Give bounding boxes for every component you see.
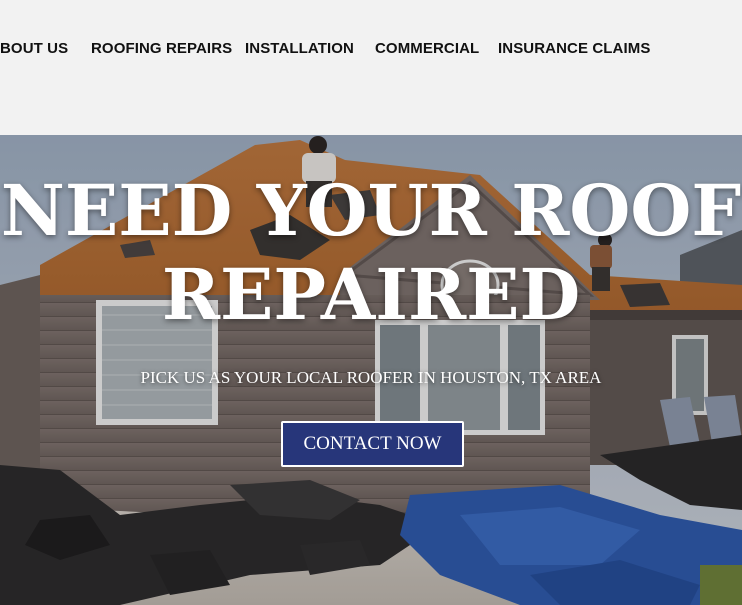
- nav-item-roofing-repairs[interactable]: ROOFING REPAIRS: [91, 40, 232, 57]
- hero-section: NEED YOUR ROOF REPAIRED PICK US AS YOUR …: [0, 135, 742, 605]
- nav-item-commercial[interactable]: COMMERCIAL: [375, 40, 479, 57]
- hero-subtitle: PICK US AS YOUR LOCAL ROOFER IN HOUSTON,…: [140, 368, 602, 387]
- hero-title-line1: NEED YOUR ROOF: [0, 169, 742, 252]
- contact-now-button[interactable]: CONTACT NOW: [281, 421, 464, 467]
- nav-item-installation[interactable]: INSTALLATION: [245, 40, 354, 57]
- top-navigation: BOUT US ROOFING REPAIRS INSTALLATION COM…: [0, 0, 742, 135]
- nav-item-about-us[interactable]: BOUT US: [0, 40, 68, 57]
- nav-item-insurance-claims[interactable]: INSURANCE CLAIMS: [498, 40, 650, 57]
- hero-title-line2: REPAIRED: [161, 253, 581, 336]
